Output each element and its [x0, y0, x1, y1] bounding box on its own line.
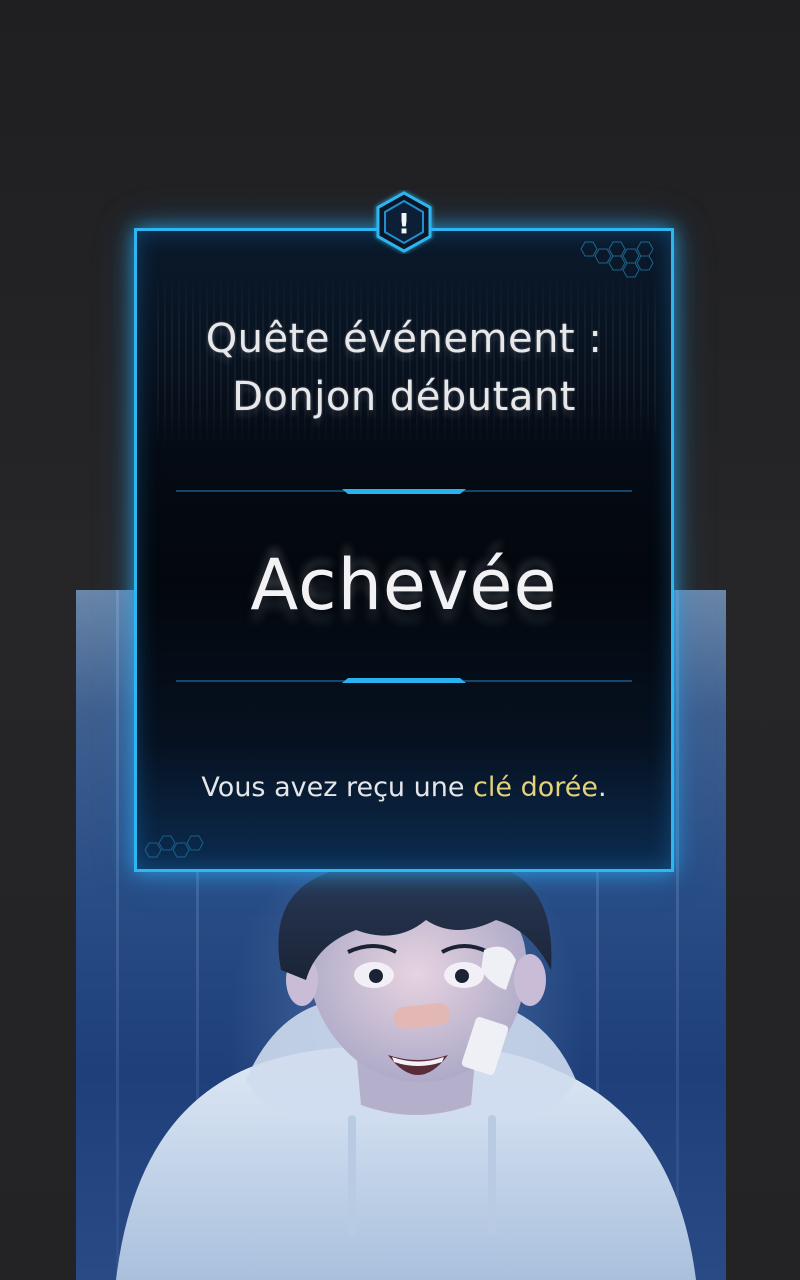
divider-top	[176, 489, 632, 494]
reward-prefix: Vous avez reçu une	[201, 772, 474, 803]
hex-pattern-decoration	[144, 835, 204, 858]
quest-status: Achevée	[250, 544, 558, 626]
reward-item: clé dorée	[473, 772, 598, 803]
quest-title-line2: Donjon débutant	[232, 374, 576, 420]
quest-title: Quête événement : Donjon débutant	[134, 310, 674, 426]
reward-suffix: .	[597, 772, 607, 803]
reward-message: Vous avez reçu une clé dorée.	[134, 768, 674, 808]
quest-title-line1: Quête événement :	[205, 316, 603, 362]
alert-glyph: !	[398, 207, 411, 240]
exclamation-hexagon-icon: !	[376, 191, 432, 253]
divider-bottom	[176, 678, 632, 683]
character-illustration	[116, 860, 696, 1280]
page: ! Quête événement : Donjon débutant Ache…	[0, 0, 800, 1280]
hex-pattern-decoration	[580, 241, 654, 278]
